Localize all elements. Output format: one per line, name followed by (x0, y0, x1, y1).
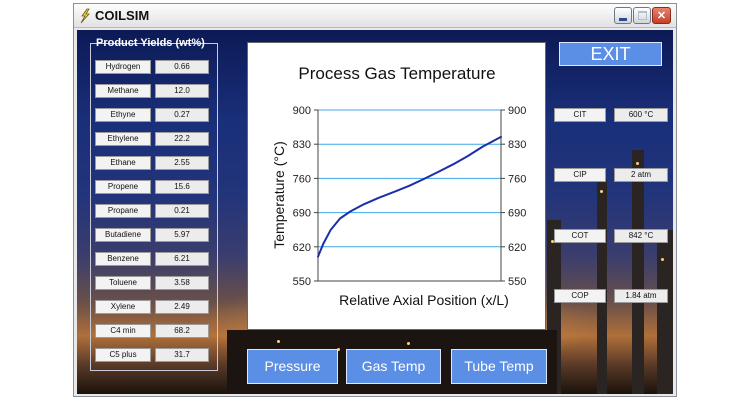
chart-title: Process Gas Temperature (298, 64, 495, 83)
chart-x-axis-label: Relative Axial Position (x/L) (339, 292, 509, 308)
yield-label: Ethane (95, 156, 151, 170)
chart-y2-tick-label: 760 (508, 173, 526, 185)
background-light (661, 258, 664, 261)
chart-y2-tick-label: 830 (508, 139, 526, 151)
background-light (636, 162, 639, 165)
chart-y2-tick-label: 620 (508, 242, 526, 254)
yield-value: 12.0 (155, 84, 209, 98)
gas-temp-button[interactable]: Gas Temp (346, 349, 441, 384)
yield-label: Butadiene (95, 228, 151, 242)
yield-row: Ethylene 22.2 (95, 132, 211, 146)
minimize-button[interactable] (614, 7, 632, 24)
tube-temp-button[interactable]: Tube Temp (451, 349, 547, 384)
chart-y-tick-label: 830 (293, 139, 311, 151)
yield-row: Hydrogen 0.66 (95, 60, 211, 74)
param-row: CIT 600 °C (554, 108, 674, 122)
param-value: 2 atm (614, 168, 668, 182)
maximize-icon (638, 11, 647, 20)
yield-label: Benzene (95, 252, 151, 266)
title-bar[interactable]: COILSIM ✕ (74, 4, 676, 28)
coil-app-icon (80, 8, 90, 24)
param-value: 1.84 atm (614, 289, 668, 303)
background-light (600, 190, 603, 193)
background-light (407, 342, 410, 345)
yield-value: 2.55 (155, 156, 209, 170)
yield-value: 0.21 (155, 204, 209, 218)
product-yields-title: Product Yields (wt%) (96, 37, 205, 49)
exit-button[interactable]: EXIT (559, 42, 662, 66)
gas-temperature-chart: Process Gas Temperature Temperature (°C)… (271, 64, 526, 308)
yield-row: Ethane 2.55 (95, 156, 211, 170)
background-tower (632, 150, 644, 394)
chart-y-tick-label: 760 (293, 173, 311, 185)
yield-row: Propane 0.21 (95, 204, 211, 218)
window-title: COILSIM (95, 8, 150, 23)
gas-temperature-line (317, 135, 502, 258)
chart-y-tick-label: 900 (293, 105, 311, 117)
param-value: 842 °C (614, 229, 668, 243)
yield-row: C4 min 68.2 (95, 324, 211, 338)
yield-row: Methane 12.0 (95, 84, 211, 98)
param-label: COT (554, 229, 606, 243)
yield-value: 15.6 (155, 180, 209, 194)
chart-y-tick-label: 550 (293, 276, 311, 288)
maximize-button[interactable] (633, 7, 651, 24)
yield-value: 22.2 (155, 132, 209, 146)
param-row: COT 842 °C (554, 229, 674, 243)
yield-value: 68.2 (155, 324, 209, 338)
param-label: CIP (554, 168, 606, 182)
param-row: CIP 2 atm (554, 168, 674, 182)
yield-label: Toluene (95, 276, 151, 290)
background-tower (657, 230, 673, 394)
yield-label: Propene (95, 180, 151, 194)
yield-label: Hydrogen (95, 60, 151, 74)
yield-row: Butadiene 5.97 (95, 228, 211, 242)
yield-value: 0.66 (155, 60, 209, 74)
yield-label: Xylene (95, 300, 151, 314)
yield-value: 6.21 (155, 252, 209, 266)
background-light (277, 340, 280, 343)
yield-row: Toluene 3.58 (95, 276, 211, 290)
close-button[interactable]: ✕ (652, 7, 671, 24)
chart-y-axis-label: Temperature (°C) (271, 141, 287, 249)
param-value: 600 °C (614, 108, 668, 122)
yield-value: 2.49 (155, 300, 209, 314)
chart-y2-tick-label: 690 (508, 208, 526, 220)
yield-value: 0.27 (155, 108, 209, 122)
yield-row: Benzene 6.21 (95, 252, 211, 266)
yield-label: Ethylene (95, 132, 151, 146)
chart-y2-tick-label: 900 (508, 105, 526, 117)
pressure-button[interactable]: Pressure (247, 349, 338, 384)
yield-label: C4 min (95, 324, 151, 338)
yield-value: 3.58 (155, 276, 209, 290)
gas-temperature-chart-panel: Process Gas Temperature Temperature (°C)… (247, 42, 546, 330)
yield-label: Ethyne (95, 108, 151, 122)
chart-y-tick-label: 620 (293, 242, 311, 254)
yield-label: C5 plus (95, 348, 151, 362)
chart-y-tick-label: 690 (293, 208, 311, 220)
background-tower (597, 180, 607, 394)
param-label: CIT (554, 108, 606, 122)
close-icon: ✕ (656, 10, 667, 22)
yield-value: 5.97 (155, 228, 209, 242)
minimize-icon (619, 18, 627, 21)
app-window: COILSIM ✕ Product Yields (wt%) Hydrogen … (73, 3, 677, 397)
yield-row: Ethyne 0.27 (95, 108, 211, 122)
yield-row: Xylene 2.49 (95, 300, 211, 314)
param-label: COP (554, 289, 606, 303)
yield-label: Propane (95, 204, 151, 218)
yield-value: 31.7 (155, 348, 209, 362)
yield-label: Methane (95, 84, 151, 98)
yield-row: C5 plus 31.7 (95, 348, 211, 362)
param-row: COP 1.84 atm (554, 289, 674, 303)
chart-y2-tick-label: 550 (508, 276, 526, 288)
yield-row: Propene 15.6 (95, 180, 211, 194)
